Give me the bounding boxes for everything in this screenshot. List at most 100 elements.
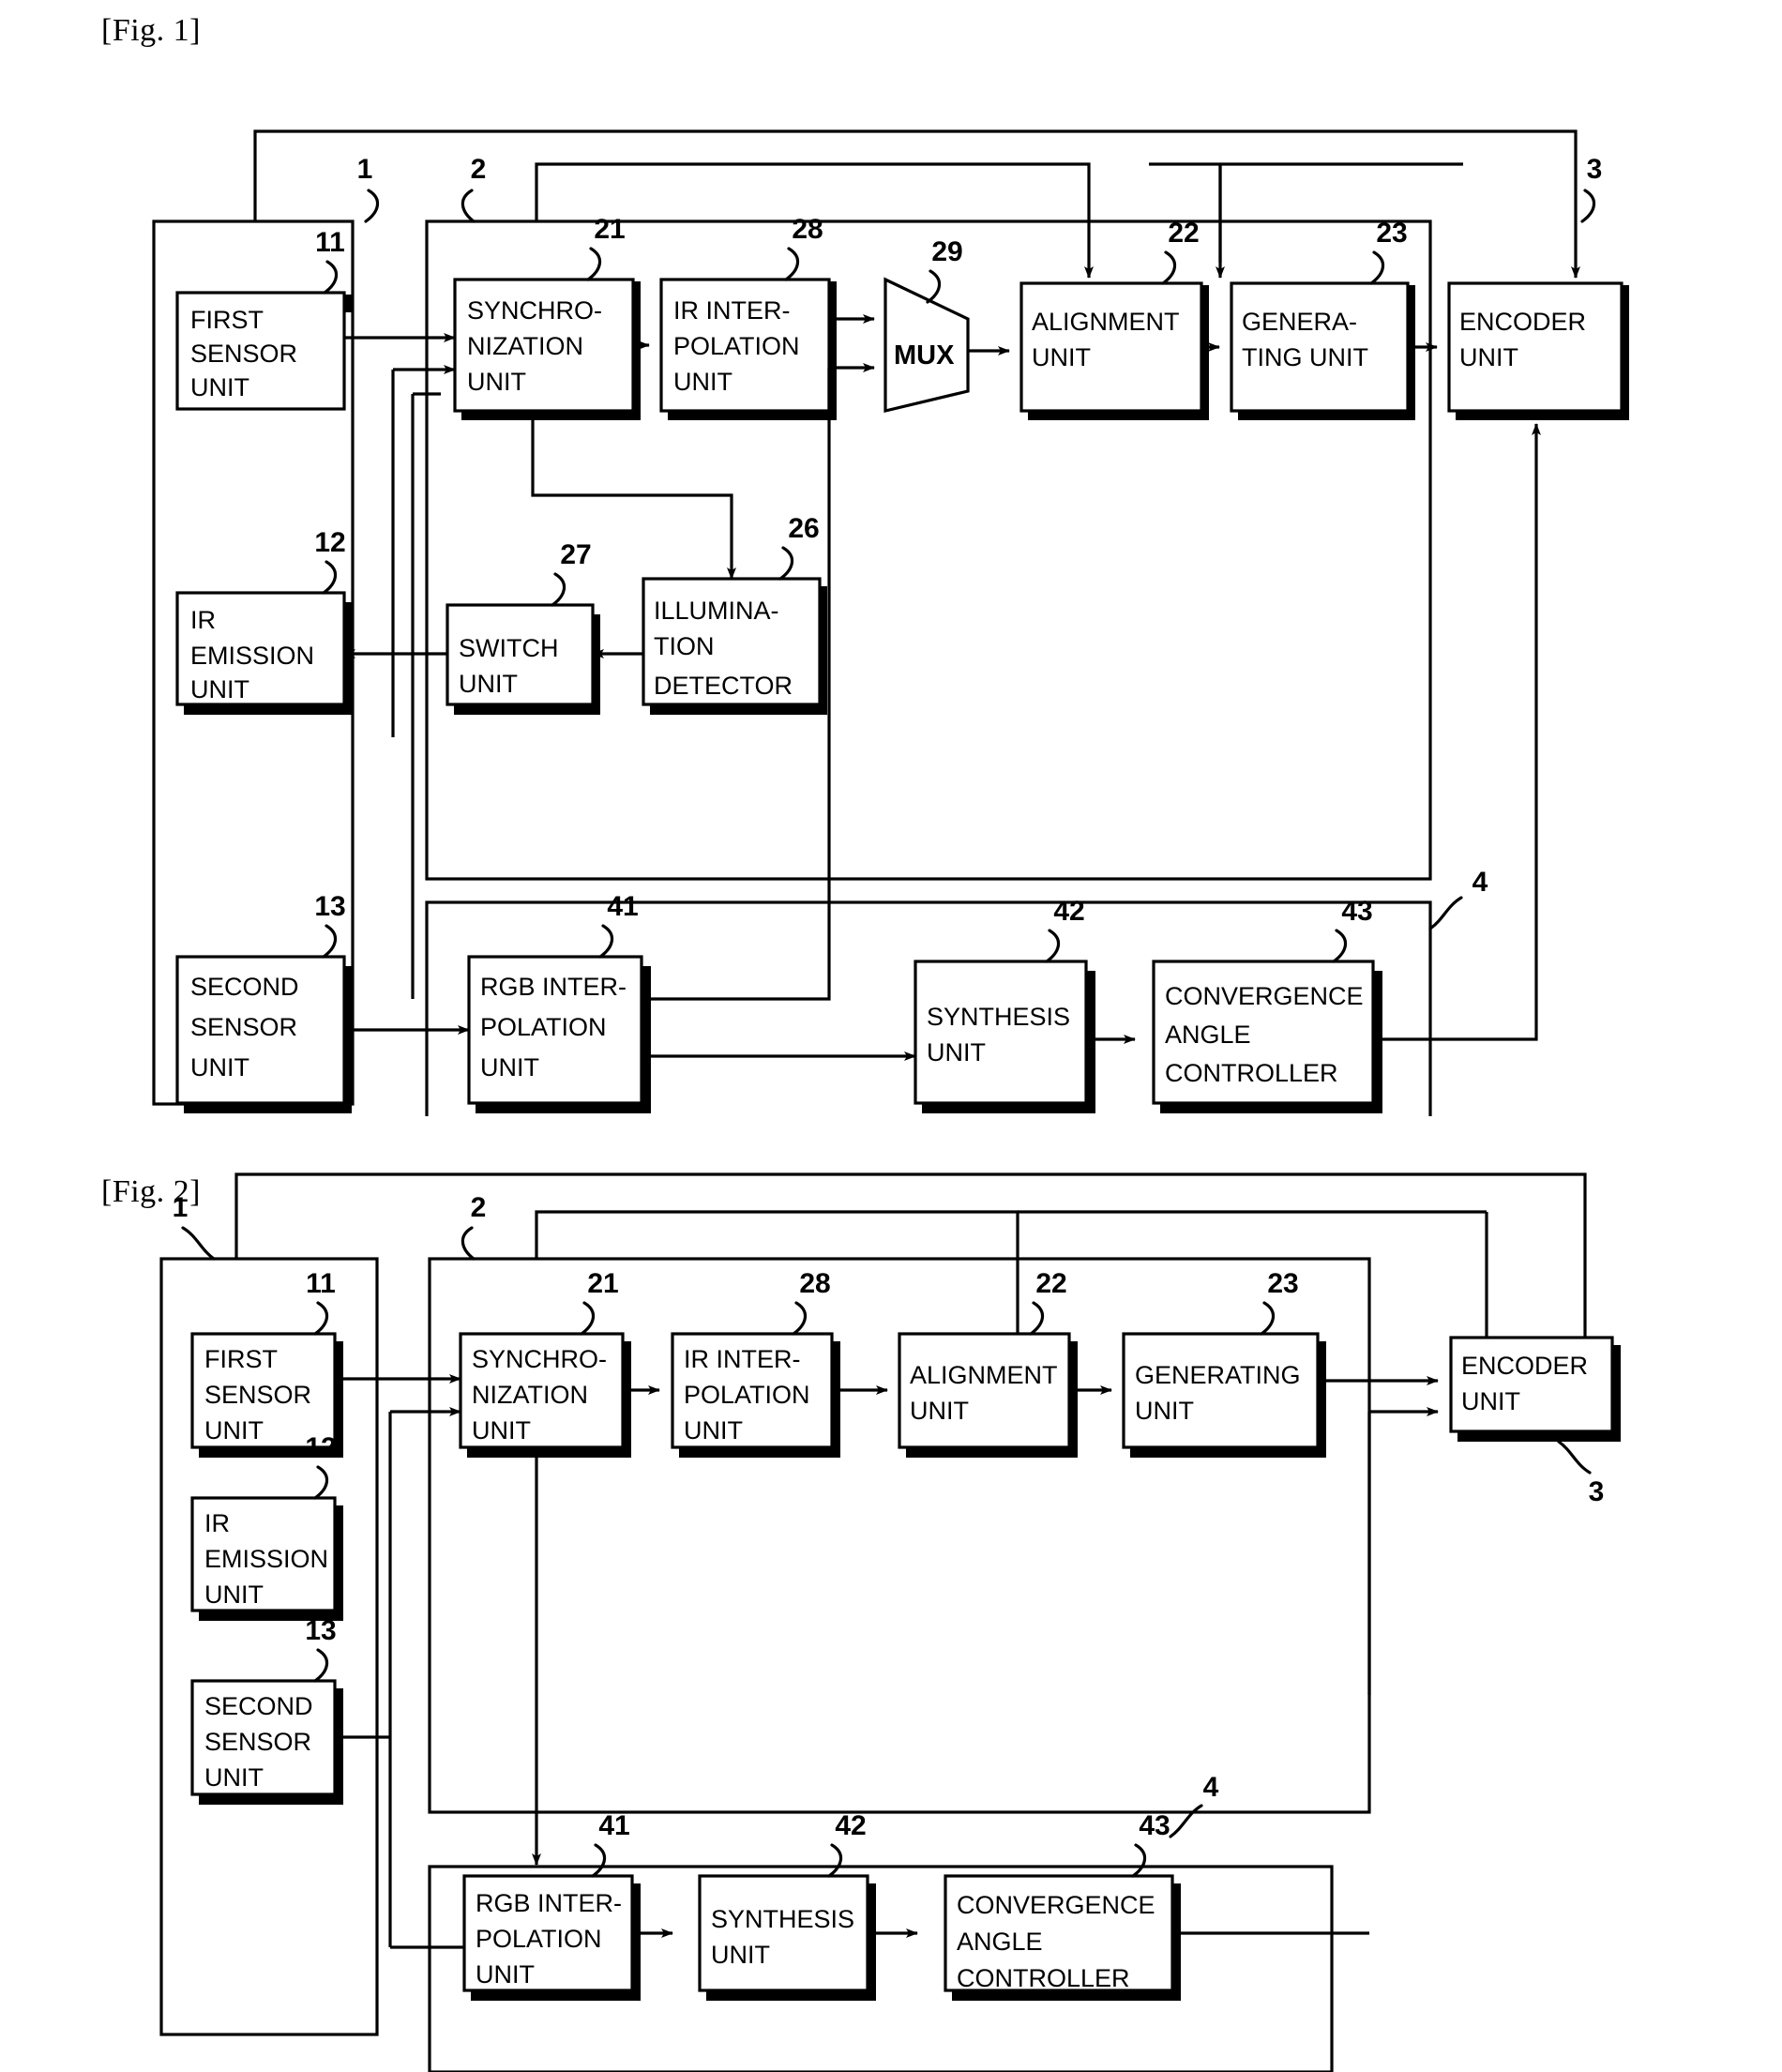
leader-12 bbox=[322, 560, 337, 595]
leader-4 bbox=[1428, 896, 1463, 930]
label-12-line1: IR bbox=[190, 606, 216, 634]
label-21-line2: NIZATION bbox=[467, 332, 583, 360]
label-3-line1-2: ENCODER bbox=[1461, 1352, 1588, 1380]
label-12-line1-2: IR bbox=[204, 1509, 230, 1537]
leader-43-2 bbox=[1131, 1843, 1146, 1878]
label-13-line2-2: SENSOR bbox=[204, 1728, 311, 1756]
block-42-synthesis-unit bbox=[914, 960, 1088, 1105]
ref-43-2: 43 bbox=[1139, 1810, 1170, 1841]
label-28-line1: IR INTER- bbox=[673, 296, 791, 325]
label-21-line2-2: NIZATION bbox=[472, 1381, 588, 1409]
label-27-line1: SWITCH bbox=[459, 634, 558, 662]
shadow-13-b2 bbox=[199, 1794, 341, 1805]
leader-2 bbox=[461, 189, 476, 223]
ref-12-2: 12 bbox=[305, 1432, 336, 1463]
leader-11 bbox=[323, 260, 338, 295]
label-26-line2: TION bbox=[654, 632, 715, 660]
label-3-line1: ENCODER bbox=[1459, 308, 1586, 336]
label-42-line1-2: SYNTHESIS bbox=[711, 1905, 854, 1933]
label-28-line2-2: POLATION bbox=[684, 1381, 810, 1409]
ref-2-2: 2 bbox=[471, 1192, 487, 1223]
leader-27 bbox=[551, 572, 566, 607]
ref-13-2: 13 bbox=[305, 1615, 336, 1646]
label-23-line1: GENERA- bbox=[1242, 308, 1357, 336]
label-29-mux: MUX bbox=[894, 340, 955, 371]
leader-22-2 bbox=[1029, 1301, 1044, 1336]
shadow-26-b bbox=[650, 704, 826, 715]
figure-1-diagram: 1 2 11 21 28 29 22 23 3 12 27 26 13 41 4… bbox=[152, 129, 1629, 1116]
shadow-28-b2 bbox=[679, 1447, 838, 1458]
label-41-line2-2: POLATION bbox=[476, 1925, 602, 1953]
label-12-line2: EMISSION bbox=[190, 642, 314, 670]
leader-21-2 bbox=[580, 1301, 595, 1336]
ref-2: 2 bbox=[471, 154, 487, 185]
ref-12: 12 bbox=[314, 527, 345, 558]
label-23-line1-2: GENERATING bbox=[1135, 1361, 1301, 1389]
wire-43-to-encoder bbox=[1373, 441, 1538, 1041]
label-41-line1: RGB INTER- bbox=[480, 973, 627, 1001]
label-43-line2-2: ANGLE bbox=[957, 1928, 1043, 1956]
label-41-line1-2: RGB INTER- bbox=[476, 1889, 622, 1917]
label-28-line3: UNIT bbox=[673, 368, 732, 396]
leader-41-2 bbox=[591, 1843, 606, 1878]
ref-43: 43 bbox=[1341, 896, 1372, 927]
ref-4-2: 4 bbox=[1203, 1772, 1219, 1803]
shadow-42-b bbox=[922, 1103, 1095, 1113]
label-21-line3-2: UNIT bbox=[472, 1416, 531, 1444]
shadow-27-b bbox=[454, 704, 599, 715]
label-42-line1: SYNTHESIS bbox=[927, 1003, 1070, 1031]
ref-22: 22 bbox=[1168, 218, 1199, 249]
figure-2-diagram: 1 2 11 21 28 22 23 3 12 13 41 42 43 4 FI… bbox=[159, 1172, 1621, 2072]
label-43-line1: CONVERGENCE bbox=[1165, 982, 1364, 1010]
label-3-line2-2: UNIT bbox=[1461, 1387, 1520, 1415]
label-43-line2: ANGLE bbox=[1165, 1021, 1251, 1049]
ref-26: 26 bbox=[788, 513, 819, 544]
leader-3-2 bbox=[1557, 1440, 1592, 1475]
shadow-41-b bbox=[476, 1103, 649, 1113]
leader-23 bbox=[1369, 250, 1384, 285]
label-21-line3: UNIT bbox=[467, 368, 526, 396]
ref-42-2: 42 bbox=[835, 1810, 866, 1841]
label-13-line2: SENSOR bbox=[190, 1013, 297, 1041]
leader-4-2 bbox=[1169, 1804, 1203, 1838]
ref-11-2: 11 bbox=[306, 1268, 336, 1299]
ref-1-2: 1 bbox=[173, 1192, 189, 1223]
label-11-line1: FIRST bbox=[190, 306, 264, 334]
leader-13-2 bbox=[313, 1648, 328, 1683]
ref-1: 1 bbox=[357, 154, 373, 185]
label-43-line3-2: CONTROLLER bbox=[957, 1964, 1130, 1992]
ref-28-2: 28 bbox=[799, 1268, 830, 1299]
ref-21: 21 bbox=[594, 214, 625, 245]
label-12-line3-2: UNIT bbox=[204, 1580, 264, 1609]
label-41-line3: UNIT bbox=[480, 1053, 539, 1081]
label-28-line1-2: IR INTER- bbox=[684, 1345, 801, 1373]
label-28-line2: POLATION bbox=[673, 332, 800, 360]
label-13-line3: UNIT bbox=[190, 1053, 249, 1081]
leader-42-2 bbox=[827, 1843, 842, 1878]
shadow-23-b2 bbox=[1130, 1447, 1324, 1458]
leader-28 bbox=[784, 247, 799, 281]
ref-21-2: 21 bbox=[587, 1268, 618, 1299]
leader-12-2 bbox=[313, 1465, 328, 1500]
label-13-line1-2: SECOND bbox=[204, 1692, 313, 1720]
leader-23-2 bbox=[1260, 1301, 1275, 1336]
leader-28-2 bbox=[792, 1301, 807, 1336]
label-21-line1-2: SYNCHRO- bbox=[472, 1345, 607, 1373]
label-11-line3: UNIT bbox=[190, 373, 249, 401]
leader-26 bbox=[778, 546, 793, 581]
ref-42: 42 bbox=[1053, 896, 1084, 927]
leader-1-2 bbox=[181, 1226, 216, 1261]
label-21-line1: SYNCHRO- bbox=[467, 296, 602, 325]
ref-4: 4 bbox=[1472, 867, 1488, 898]
ref-3: 3 bbox=[1587, 154, 1603, 185]
label-42-line2: UNIT bbox=[927, 1038, 986, 1066]
label-22-line2: UNIT bbox=[1032, 343, 1091, 371]
ref-29: 29 bbox=[931, 236, 962, 267]
label-28-line3-2: UNIT bbox=[684, 1416, 743, 1444]
shadow-13-b bbox=[184, 1103, 350, 1113]
label-3-line2: UNIT bbox=[1459, 343, 1518, 371]
ref-41-2: 41 bbox=[598, 1810, 629, 1841]
leader-13 bbox=[322, 924, 337, 959]
leader-1 bbox=[364, 189, 379, 223]
leader-3 bbox=[1580, 189, 1595, 223]
